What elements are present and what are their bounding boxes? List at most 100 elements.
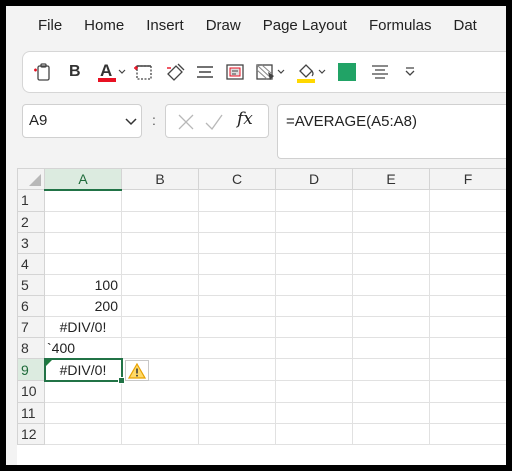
cell[interactable] [198,315,276,338]
row-header-selected[interactable]: 9 [17,358,46,381]
row-header[interactable]: 1 [17,189,45,212]
cell[interactable] [198,231,276,254]
cell[interactable] [429,336,506,359]
menu-formulas[interactable]: Formulas [369,17,432,34]
cell[interactable] [121,336,199,359]
cell-a5[interactable]: 100 [44,273,122,296]
more-options-icon[interactable]: : [152,112,156,128]
select-all-corner[interactable] [17,168,45,190]
row-header[interactable]: 10 [17,380,45,403]
cell[interactable] [352,315,430,338]
cell[interactable] [121,231,199,254]
cell[interactable] [352,294,430,317]
cell[interactable] [352,189,430,212]
row-header[interactable]: 5 [17,273,45,296]
cell[interactable] [275,294,353,317]
row-header[interactable]: 8 [17,336,45,359]
cell[interactable] [275,422,353,445]
cell[interactable] [429,380,506,403]
column-header-c[interactable]: C [198,168,276,190]
cell[interactable] [352,336,430,359]
cell[interactable] [275,210,353,233]
align-icon[interactable] [195,58,215,86]
row-header[interactable]: 11 [17,401,45,424]
cell[interactable] [429,422,506,445]
cell[interactable] [198,273,276,296]
active-cell-a9[interactable]: #DIV/0! [43,357,125,384]
cell-a6[interactable]: 200 [44,294,122,317]
cell[interactable] [429,273,506,296]
cell[interactable] [275,358,353,381]
menu-page-layout[interactable]: Page Layout [263,17,347,34]
cell[interactable] [121,273,199,296]
cell-a10[interactable] [44,380,122,403]
column-header-d[interactable]: D [275,168,353,190]
cell[interactable] [275,252,353,275]
fill-square-icon[interactable] [337,58,357,86]
paste-icon[interactable] [33,58,55,86]
wrap-text-icon[interactable] [224,58,246,86]
cell[interactable] [429,210,506,233]
cell[interactable] [352,422,430,445]
cell-a12[interactable] [44,422,122,445]
cell-a1[interactable] [44,189,122,212]
cell[interactable] [198,189,276,212]
column-header-b[interactable]: B [121,168,199,190]
cell[interactable] [121,315,199,338]
row-header[interactable]: 6 [17,294,45,317]
cell-b9[interactable] [121,358,199,381]
cell[interactable] [429,294,506,317]
cell[interactable] [121,189,199,212]
row-header[interactable]: 7 [17,315,45,338]
name-box[interactable]: A9 [22,104,142,138]
conditional-format-icon[interactable] [254,58,286,86]
cell[interactable] [429,231,506,254]
cell[interactable] [198,336,276,359]
chevron-down-icon[interactable] [124,111,138,136]
menu-draw[interactable]: Draw [206,17,241,34]
cell[interactable] [275,231,353,254]
cell[interactable] [275,401,353,424]
cell[interactable] [121,294,199,317]
menu-data[interactable]: Dat [453,17,476,34]
cell[interactable] [429,315,506,338]
menu-home[interactable]: Home [84,17,124,34]
format-painter-icon[interactable] [164,58,186,86]
cell[interactable] [352,380,430,403]
cell[interactable] [121,422,199,445]
row-header[interactable]: 2 [17,210,45,233]
column-header-a[interactable]: A [44,168,122,191]
cell[interactable] [121,252,199,275]
menu-insert[interactable]: Insert [146,17,184,34]
insert-function-icon[interactable]: fx [237,109,253,129]
cell[interactable] [198,252,276,275]
column-header-f[interactable]: F [429,168,506,190]
cell[interactable] [198,401,276,424]
cell[interactable] [275,273,353,296]
cell[interactable] [352,231,430,254]
cell[interactable] [352,358,430,381]
cell[interactable] [352,401,430,424]
enter-icon[interactable] [204,112,224,137]
formula-bar[interactable]: =AVERAGE(A5:A8) [277,104,506,159]
cell-a3[interactable] [44,231,122,254]
cell[interactable] [121,380,199,403]
cell[interactable] [275,380,353,403]
error-warning-button[interactable] [124,360,149,381]
cell[interactable] [275,315,353,338]
cell-a4[interactable] [44,252,122,275]
cell[interactable] [121,210,199,233]
row-header[interactable]: 12 [17,422,45,445]
cell[interactable] [198,422,276,445]
cell[interactable] [198,380,276,403]
borders-icon[interactable] [133,58,155,86]
cell-a2[interactable] [44,210,122,233]
cell[interactable] [275,189,353,212]
cell[interactable] [352,210,430,233]
font-color-button[interactable]: A [97,58,127,86]
row-header[interactable]: 4 [17,252,45,275]
cell[interactable] [352,252,430,275]
row-header[interactable]: 3 [17,231,45,254]
cancel-icon[interactable] [176,112,196,137]
cell[interactable] [429,189,506,212]
